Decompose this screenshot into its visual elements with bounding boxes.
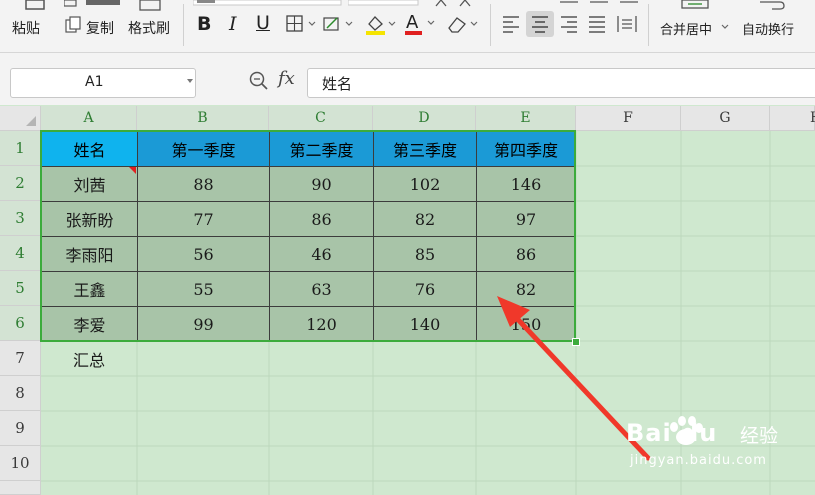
fx-icon[interactable]: fx — [278, 68, 295, 89]
ribbon-toolbar: 粘贴 复制 格式刷 B I U A 合并居中 自动换行 — [0, 0, 815, 53]
watermark-brand: Bai du — [626, 419, 718, 447]
paste-icon[interactable] — [20, 0, 50, 10]
chevron-down-icon[interactable] — [187, 79, 193, 83]
merge-center-icon[interactable] — [680, 0, 710, 10]
name-box-value: A1 — [85, 74, 104, 90]
wrap-text-icon[interactable] — [758, 0, 786, 10]
paste-button[interactable]: 粘贴 — [12, 18, 40, 38]
format-painter-icon[interactable] — [138, 0, 162, 12]
format-painter-button[interactable]: 格式刷 — [128, 18, 170, 38]
copy-button[interactable]: 复制 — [86, 18, 114, 38]
font-size-box[interactable] — [348, 0, 420, 6]
name-box[interactable]: A1 — [10, 68, 196, 98]
merge-center-button[interactable]: 合并居中 — [660, 19, 712, 38]
ribbon-separator — [648, 4, 649, 46]
align-top-row[interactable] — [558, 0, 640, 6]
watermark-suffix: 经验 — [740, 425, 779, 447]
formula-content: 姓名 — [322, 75, 353, 93]
baidu-watermark: Bai du 经验 jingyan.baidu.com — [622, 413, 812, 471]
bold-button[interactable]: B — [197, 13, 211, 35]
spreadsheet-grid[interactable]: A B C D E F G H 1 2 3 4 5 6 7 8 9 10 姓名 … — [0, 106, 815, 495]
cut-icon[interactable] — [64, 0, 124, 8]
merge-dropdown-icon[interactable] — [720, 22, 730, 32]
auto-wrap-button[interactable]: 自动换行 — [742, 19, 794, 38]
font-color-glyph: A — [406, 12, 419, 33]
font-name-box[interactable] — [193, 0, 343, 6]
watermark-url: jingyan.baidu.com — [630, 453, 767, 468]
align-left-icon[interactable] — [500, 12, 522, 36]
clear-format-icon[interactable] — [443, 12, 483, 36]
ribbon-separator — [490, 4, 491, 46]
formula-bar: A1 fx 姓名 — [0, 53, 815, 105]
formula-input[interactable]: 姓名 — [307, 68, 815, 98]
font-color-icon[interactable]: A — [402, 11, 438, 37]
justify-icon[interactable] — [586, 12, 608, 36]
borders-icon[interactable] — [285, 14, 319, 34]
ribbon-separator — [183, 4, 184, 46]
italic-button[interactable]: I — [229, 13, 237, 35]
zoom-icon[interactable] — [248, 70, 270, 92]
underline-button[interactable]: U — [256, 12, 270, 34]
fill-color-icon[interactable] — [363, 12, 399, 36]
distributed-icon[interactable] — [615, 12, 639, 36]
cell-style-icon[interactable] — [322, 14, 356, 34]
align-right-icon[interactable] — [558, 12, 580, 36]
copy-icon[interactable] — [64, 16, 82, 34]
align-center-icon[interactable] — [526, 11, 554, 37]
increase-font-icon[interactable] — [432, 0, 478, 8]
